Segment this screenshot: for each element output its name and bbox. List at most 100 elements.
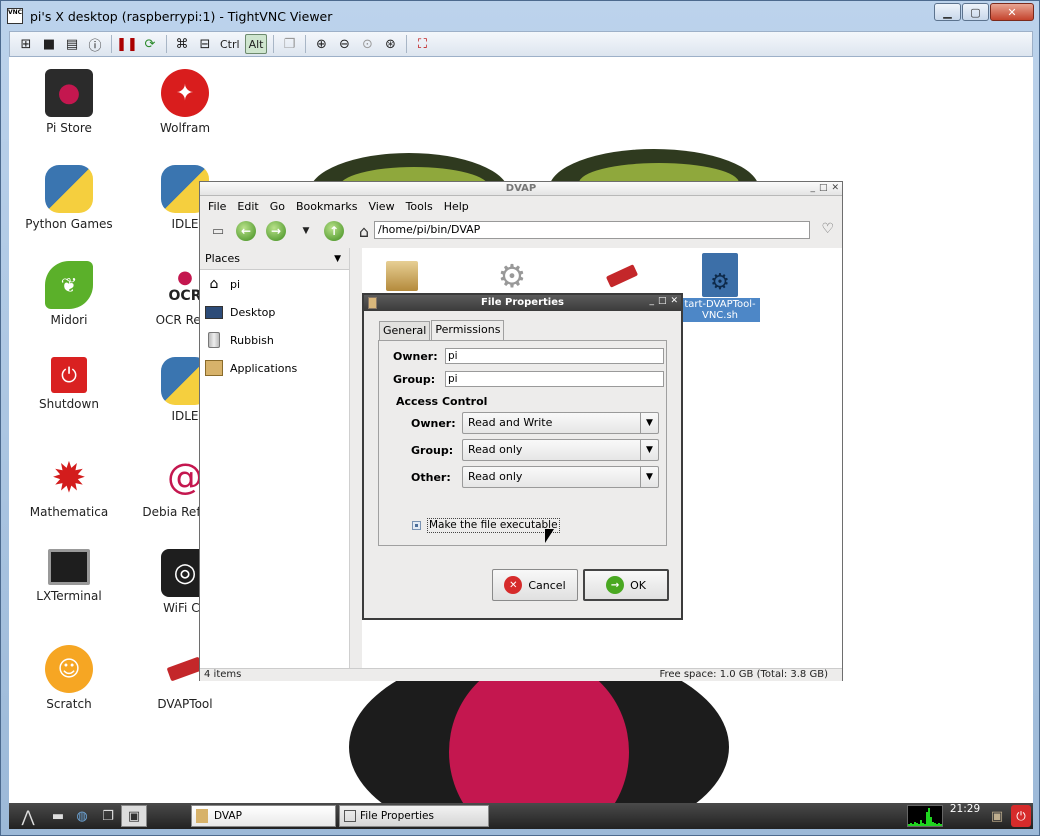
zoom-in-icon[interactable]: ⊕ — [311, 34, 331, 54]
fullscreen-icon[interactable]: ⛶ — [412, 34, 432, 54]
fm-titlebar[interactable]: DVAP _ □ ✕ — [200, 182, 842, 196]
desktop-icon-label: DVAPTool — [157, 697, 213, 711]
tab-general[interactable]: General — [379, 321, 431, 340]
file-properties-dialog: File Properties _ □ ✕ General Permission… — [362, 293, 683, 620]
task-file-properties[interactable]: File Properties — [339, 805, 489, 827]
dialog-close-button[interactable]: ✕ — [670, 295, 678, 308]
fm-close-button[interactable]: ✕ — [831, 182, 839, 195]
desktop-icon-shutdown[interactable]: ⏻ Shutdown — [21, 357, 117, 411]
new-connection-icon[interactable]: ⊞ — [16, 34, 36, 54]
pi-store-icon: ● — [45, 69, 93, 117]
desktop-icon-label: Shutdown — [39, 397, 99, 411]
access-other-label: Other: — [411, 471, 451, 484]
desktop-switcher-icon[interactable]: ▣ — [121, 805, 147, 827]
chevron-down-icon: ▼ — [640, 440, 658, 460]
tab-permissions[interactable]: Permissions — [431, 320, 505, 340]
new-tab-icon[interactable]: ▭ — [208, 221, 228, 241]
location-bar[interactable]: /home/pi/bin/DVAP — [374, 221, 810, 239]
parent-folder-icon[interactable]: ↑ — [324, 221, 344, 241]
dialog-maximize-button[interactable]: □ — [658, 295, 667, 308]
zoom-100-icon[interactable]: ⊙ — [357, 34, 377, 54]
owner-access-dropdown[interactable]: Read and Write ▼ — [462, 412, 659, 434]
bookmark-icon[interactable]: ♡ — [821, 221, 834, 237]
maximize-button[interactable]: ▢ — [962, 3, 989, 21]
menu-file[interactable]: File — [208, 200, 226, 213]
other-access-dropdown[interactable]: Read only ▼ — [462, 466, 659, 488]
minimize-button[interactable]: ▁ — [934, 3, 961, 21]
desktop-icon-scratch[interactable]: ☺ Scratch — [21, 645, 117, 711]
fm-minimize-button[interactable]: _ — [810, 182, 815, 195]
desktop-icon-label: Wolfram — [159, 121, 211, 135]
pause-icon[interactable]: ❚❚ — [116, 34, 138, 54]
file-item-selected[interactable]: ⚙ tart-DVAPTool-VNC.sh — [680, 252, 760, 322]
file-item[interactable] — [362, 256, 442, 298]
remote-desktop[interactable]: ● Pi Store Python Games ❦ Midori ⏻ Shutd… — [9, 57, 1033, 829]
zoom-auto-icon[interactable]: ⊛ — [380, 34, 400, 54]
refresh-icon[interactable]: ⟳ — [140, 34, 160, 54]
dialog-caption-buttons: _ □ ✕ — [645, 295, 678, 308]
menu-view[interactable]: View — [368, 200, 394, 213]
places-selector[interactable]: Places ▼ — [200, 248, 349, 270]
menu-edit[interactable]: Edit — [237, 200, 258, 213]
dialog-titlebar[interactable]: File Properties _ □ ✕ — [364, 295, 681, 311]
desktop-icon-midori[interactable]: ❦ Midori — [21, 261, 117, 327]
group-field[interactable]: pi — [445, 371, 664, 387]
history-dropdown-icon[interactable]: ▼ — [296, 221, 316, 241]
pane-splitter[interactable] — [350, 248, 362, 668]
desktop-icon-lxterminal[interactable]: LXTerminal — [21, 549, 117, 603]
executable-label[interactable]: Make the file executable — [427, 518, 560, 533]
close-button[interactable]: ✕ — [990, 3, 1034, 21]
desktop-icon-label: Pi Store — [46, 121, 92, 135]
places-sidebar: Places ▼ ⌂ pi Desktop Rubbish Applicatio… — [200, 248, 350, 668]
toolbar-divider — [111, 35, 112, 53]
browser-icon[interactable]: ◍ — [69, 805, 95, 827]
menu-help[interactable]: Help — [444, 200, 469, 213]
screen-lock-icon[interactable]: ▣ — [987, 805, 1007, 827]
task-dvap[interactable]: DVAP — [191, 805, 336, 827]
desktop-icon-python-games[interactable]: Python Games — [21, 165, 117, 231]
connection-info-icon[interactable]: ⓘ — [85, 34, 105, 54]
chevron-down-icon: ▼ — [334, 253, 341, 264]
power-icon[interactable]: ⏻ — [1011, 805, 1031, 827]
back-icon[interactable]: ← — [236, 221, 256, 241]
executable-checkbox[interactable] — [412, 521, 421, 530]
alt-key-button[interactable]: Alt — [244, 34, 268, 54]
place-pi[interactable]: ⌂ pi — [200, 270, 349, 298]
chevron-down-icon: ▼ — [640, 413, 658, 433]
owner-field[interactable]: pi — [445, 348, 664, 364]
fm-maximize-button[interactable]: □ — [819, 182, 828, 195]
file-item[interactable]: ⚙ — [472, 256, 552, 298]
group-access-dropdown[interactable]: Read only ▼ — [462, 439, 659, 461]
clock[interactable]: 21:29 — [947, 803, 983, 829]
place-rubbish[interactable]: Rubbish — [200, 326, 349, 354]
file-manager-icon[interactable]: ❐ — [95, 805, 121, 827]
ctrl-key-button[interactable]: Ctrl — [218, 34, 242, 54]
place-label: pi — [230, 277, 241, 291]
ctrl-alt-del-icon[interactable]: ⌘ — [172, 34, 192, 54]
save-session-icon[interactable]: ■ — [39, 34, 59, 54]
windows-key-icon[interactable]: ⊟ — [195, 34, 215, 54]
cancel-button[interactable]: ✕ Cancel — [492, 569, 578, 601]
desktop-icon-pi-store[interactable]: ● Pi Store — [21, 69, 117, 135]
minimize-all-icon[interactable]: ▬ — [47, 805, 69, 827]
place-applications[interactable]: Applications — [200, 354, 349, 382]
usb-dongle-icon — [602, 256, 642, 296]
cpu-monitor — [907, 805, 943, 827]
toolbar-divider — [166, 35, 167, 53]
menu-go[interactable]: Go — [270, 200, 285, 213]
options-icon[interactable]: ▤ — [62, 34, 82, 54]
place-desktop[interactable]: Desktop — [200, 298, 349, 326]
zoom-out-icon[interactable]: ⊖ — [334, 34, 354, 54]
vnc-titlebar[interactable]: VNC pi's X desktop (raspberrypi:1) - Tig… — [1, 1, 1039, 31]
lxde-menu-icon[interactable]: ⋀ — [9, 805, 47, 827]
menu-tools[interactable]: Tools — [406, 200, 433, 213]
clipboard-icon[interactable]: ❐ — [279, 34, 299, 54]
ok-button[interactable]: → OK — [583, 569, 669, 601]
home-icon[interactable]: ⌂ — [354, 221, 374, 241]
dialog-minimize-button[interactable]: _ — [649, 295, 654, 308]
menu-bookmarks[interactable]: Bookmarks — [296, 200, 357, 213]
desktop-icon-mathematica[interactable]: ✹ Mathematica — [21, 453, 117, 520]
forward-icon[interactable]: → — [266, 221, 286, 241]
file-item[interactable] — [582, 256, 662, 298]
desktop-icon-wolfram[interactable]: ✦ Wolfram — [137, 69, 233, 135]
